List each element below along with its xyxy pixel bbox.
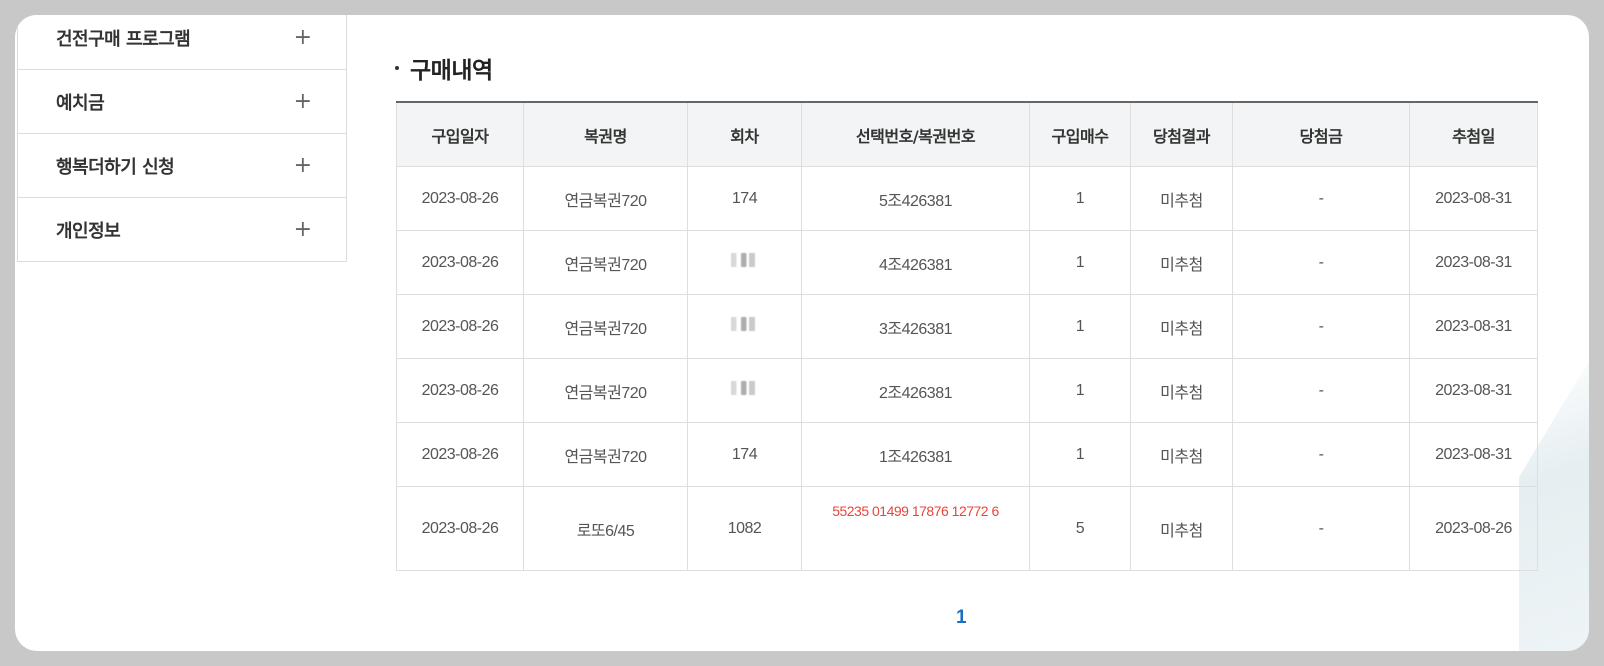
round-cell: 174 <box>687 422 802 487</box>
plus-icon[interactable]: + <box>294 90 312 113</box>
sidebar-item-personal-info[interactable]: 개인정보 + <box>18 197 346 261</box>
table-row[interactable]: 2023-08-26 연금복권720 2조426381 1 미추첨 - 2023… <box>396 358 1538 423</box>
column-header-purchase-date: 구입일자 <box>396 102 524 167</box>
round-cell: 1082 <box>687 486 802 571</box>
prize-cell: - <box>1232 294 1410 359</box>
column-header-lottery-name: 복권명 <box>523 102 688 167</box>
column-header-selected-numbers: 선택번호/복권번호 <box>801 102 1030 167</box>
purchase-date-cell: 2023-08-26 <box>396 486 524 571</box>
prize-cell: - <box>1232 358 1410 423</box>
selected-number-cell[interactable]: 2조426381 <box>801 358 1030 423</box>
draw-date-cell: 2023-08-31 <box>1409 294 1538 359</box>
column-header-prize: 당첨금 <box>1232 102 1410 167</box>
result-cell: 미추첨 <box>1130 358 1233 423</box>
column-header-draw-date: 추첨일 <box>1409 102 1538 167</box>
purchase-date-cell: 2023-08-26 <box>396 422 524 487</box>
lottery-name-cell: 로또6/45 <box>523 486 688 571</box>
sidebar-item-happiness-apply[interactable]: 행복더하기 신청 + <box>18 133 346 197</box>
plus-icon[interactable]: + <box>294 27 312 49</box>
prize-cell: - <box>1232 166 1410 231</box>
round-cell <box>687 230 802 295</box>
result-cell: 미추첨 <box>1130 166 1233 231</box>
selected-number-cell[interactable]: 5조426381 <box>801 166 1030 231</box>
quantity-cell: 1 <box>1029 166 1131 231</box>
purchase-date-cell: 2023-08-26 <box>396 358 524 423</box>
lottery-name-cell: 연금복권720 <box>523 358 688 423</box>
quantity-cell: 1 <box>1029 294 1131 359</box>
draw-date-cell: 2023-08-26 <box>1409 486 1538 571</box>
purchase-date-cell: 2023-08-26 <box>396 294 524 359</box>
plus-icon[interactable]: + <box>294 218 312 241</box>
sidebar-item-label: 건전구매 프로그램 <box>56 29 191 50</box>
table-row[interactable]: 2023-08-26 연금복권720 3조426381 1 미추첨 - 2023… <box>396 294 1538 359</box>
round-cell <box>687 294 802 359</box>
lottery-name-cell: 연금복권720 <box>523 230 688 295</box>
quantity-cell: 1 <box>1029 422 1131 487</box>
result-cell: 미추첨 <box>1130 230 1233 295</box>
selected-number-cell[interactable]: 1조426381 <box>801 422 1030 487</box>
prize-cell: - <box>1232 486 1410 571</box>
column-header-quantity: 구입매수 <box>1029 102 1131 167</box>
selected-number-cell[interactable]: 55235 01499 17876 12772 6 <box>801 486 1030 571</box>
table-row[interactable]: 2023-08-26 연금복권720 174 5조426381 1 미추첨 - … <box>396 166 1538 231</box>
draw-date-cell: 2023-08-31 <box>1409 358 1538 423</box>
result-cell: 미추첨 <box>1130 422 1233 487</box>
draw-date-cell: 2023-08-31 <box>1409 422 1538 487</box>
sidebar: 건전구매 프로그램 + 예치금 + 행복더하기 신청 + 개인정보 + <box>17 15 347 262</box>
plus-icon[interactable]: + <box>294 154 312 177</box>
bullet-icon <box>395 66 399 70</box>
draw-date-cell: 2023-08-31 <box>1409 166 1538 231</box>
masked-value <box>730 317 759 331</box>
sidebar-item-label: 행복더하기 신청 <box>56 156 175 178</box>
column-header-round: 회차 <box>687 102 802 167</box>
section-title: 구매내역 <box>395 51 493 85</box>
prize-cell: - <box>1232 230 1410 295</box>
table-row[interactable]: 2023-08-26 연금복권720 174 1조426381 1 미추첨 - … <box>396 422 1538 487</box>
quantity-cell: 1 <box>1029 358 1131 423</box>
column-header-result: 당첨결과 <box>1130 102 1233 167</box>
selected-number-cell[interactable]: 3조426381 <box>801 294 1030 359</box>
purchase-date-cell: 2023-08-26 <box>396 166 524 231</box>
page-title: 구매내역 <box>410 58 493 84</box>
table-row[interactable]: 2023-08-26 연금복권720 4조426381 1 미추첨 - 2023… <box>396 230 1538 295</box>
sidebar-item-deposit[interactable]: 예치금 + <box>18 69 346 133</box>
purchase-date-cell: 2023-08-26 <box>396 230 524 295</box>
lotto-numbers-text[interactable]: 55235 01499 17876 12772 6 <box>803 503 1029 519</box>
lottery-name-cell: 연금복권720 <box>523 422 688 487</box>
masked-value <box>730 381 759 395</box>
quantity-cell: 1 <box>1029 230 1131 295</box>
table-header-row: 구입일자 복권명 회차 선택번호/복권번호 구입매수 당첨결과 당첨금 추첨일 <box>396 102 1538 167</box>
quantity-cell: 5 <box>1029 486 1131 571</box>
round-cell <box>687 358 802 423</box>
table-row[interactable]: 2023-08-26 로또6/45 1082 55235 01499 17876… <box>396 486 1538 571</box>
main-card: 건전구매 프로그램 + 예치금 + 행복더하기 신청 + 개인정보 + 구매내역 <box>15 15 1589 651</box>
masked-value <box>730 253 759 267</box>
round-cell: 174 <box>687 166 802 231</box>
sidebar-item-label: 개인정보 <box>56 220 121 242</box>
lottery-name-cell: 연금복권720 <box>523 294 688 359</box>
lottery-name-cell: 연금복권720 <box>523 166 688 231</box>
selected-number-cell[interactable]: 4조426381 <box>801 230 1030 295</box>
purchase-history-table: 구입일자 복권명 회차 선택번호/복권번호 구입매수 당첨결과 당첨금 추첨일 … <box>396 101 1538 571</box>
sidebar-item-label: 예치금 <box>56 92 105 114</box>
pagination-page-link[interactable]: 1 <box>956 607 967 629</box>
prize-cell: - <box>1232 422 1410 487</box>
sidebar-item-responsible-purchase[interactable]: 건전구매 프로그램 + <box>18 15 346 69</box>
draw-date-cell: 2023-08-31 <box>1409 230 1538 295</box>
result-cell: 미추첨 <box>1130 294 1233 359</box>
result-cell: 미추첨 <box>1130 486 1233 571</box>
